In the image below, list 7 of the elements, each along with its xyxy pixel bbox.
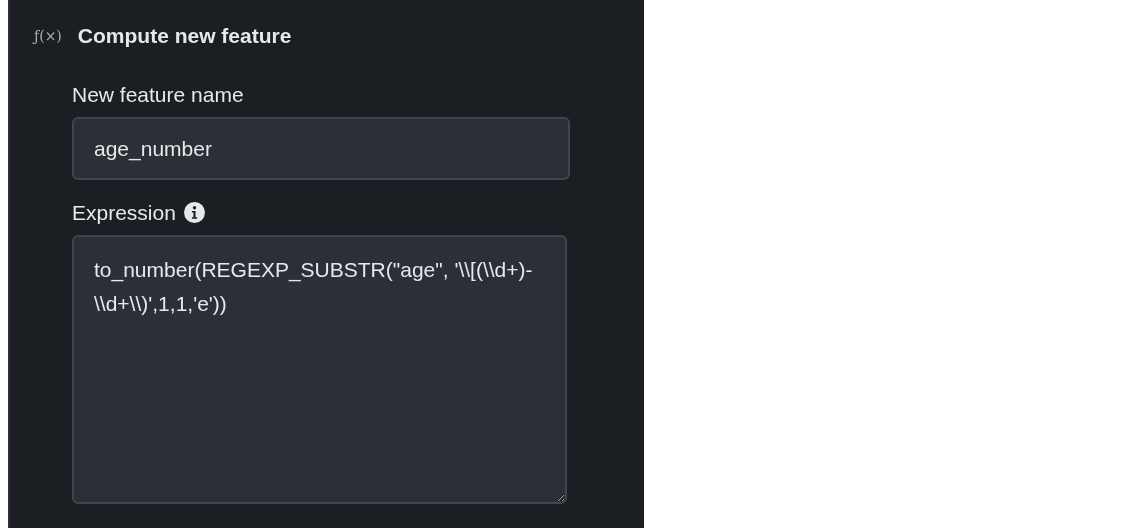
expression-field[interactable]: to_number(REGEXP_SUBSTR("age", '\\[(\\d+)-\\d+\\)',1,1,'e')) bbox=[72, 235, 567, 505]
feature-name-field[interactable]: age_number bbox=[72, 117, 570, 181]
info-icon[interactable] bbox=[183, 202, 205, 224]
function-icon: ƒ(×) bbox=[34, 25, 62, 47]
field-label: Expression bbox=[72, 200, 176, 226]
field-label: New feature name bbox=[72, 82, 244, 108]
panel-title: Compute new feature bbox=[77, 23, 292, 50]
